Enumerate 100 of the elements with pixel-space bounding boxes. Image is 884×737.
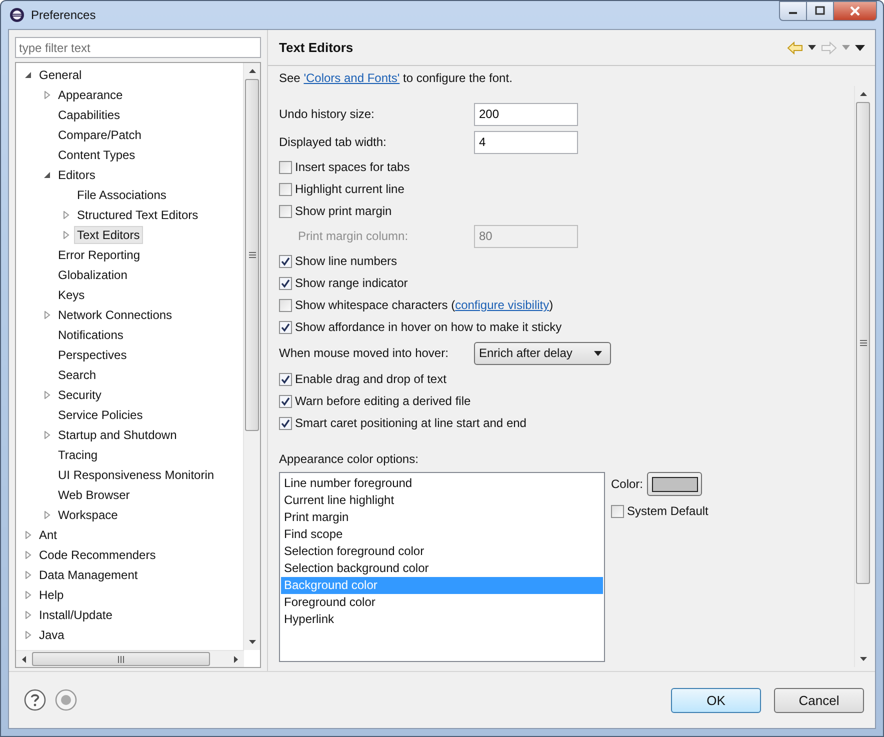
tree-item[interactable]: Capabilities [55, 106, 124, 124]
checkbox[interactable] [279, 298, 292, 312]
checkbox-label[interactable]: Show affordance in hover on how to make it sticky [295, 320, 562, 334]
tree-item[interactable]: Perspectives [55, 346, 130, 364]
checkbox[interactable] [279, 416, 292, 430]
tree-item[interactable]: Data Management [36, 566, 141, 584]
collapsed-arrow-icon[interactable] [43, 311, 51, 319]
checkbox[interactable] [279, 320, 292, 334]
maximize-button[interactable] [807, 1, 834, 21]
tree-item[interactable]: Startup and Shutdown [55, 426, 180, 444]
scroll-down-icon[interactable] [248, 640, 256, 644]
filter-field[interactable]: type filter text [15, 37, 261, 58]
tree-item[interactable]: Install/Update [36, 606, 116, 624]
tree-item[interactable]: Workspace [55, 506, 121, 524]
tree-item[interactable]: Ant [36, 526, 60, 544]
checkbox-label[interactable]: Show whitespace characters (configure visibility) [295, 298, 554, 312]
tree-item[interactable]: Appearance [55, 86, 126, 104]
dropdown-icon[interactable] [808, 45, 816, 50]
collapsed-arrow-icon[interactable] [43, 391, 51, 399]
configure-visibility-link[interactable]: configure visibility [455, 298, 550, 312]
minimize-button[interactable] [779, 1, 807, 21]
tree-item[interactable]: Service Policies [55, 406, 146, 424]
tree-item[interactable]: Security [55, 386, 104, 404]
tree-item[interactable]: Notifications [55, 326, 126, 344]
checkbox[interactable] [279, 372, 292, 386]
checkbox-label[interactable]: System Default [627, 504, 708, 518]
help-icon[interactable] [24, 689, 46, 711]
expanded-arrow-icon[interactable] [24, 71, 32, 79]
checkbox-label[interactable]: Show print margin [295, 204, 392, 218]
checkbox[interactable] [279, 204, 292, 218]
tree-item[interactable]: Web Browser [55, 486, 133, 504]
tree-item[interactable]: Tracing [55, 446, 101, 464]
collapsed-arrow-icon[interactable] [43, 431, 51, 439]
collapsed-arrow-icon[interactable] [24, 591, 32, 599]
scroll-down-icon[interactable] [860, 657, 866, 661]
expanded-arrow-icon[interactable] [43, 171, 51, 179]
tree-item[interactable]: Content Types [55, 146, 138, 164]
tree-item[interactable]: File Associations [74, 186, 170, 204]
record-icon[interactable] [55, 689, 77, 711]
checkbox[interactable] [279, 254, 292, 268]
checkbox-label[interactable]: Show line numbers [295, 254, 398, 268]
collapsed-arrow-icon[interactable] [62, 231, 70, 239]
checkbox-label[interactable]: Highlight current line [295, 182, 404, 196]
collapsed-arrow-icon[interactable] [24, 531, 32, 539]
tree-item[interactable]: Editors [55, 166, 98, 184]
list-item[interactable]: Line number foreground [281, 475, 603, 492]
vertical-scrollbar[interactable] [243, 63, 260, 650]
checkbox-label[interactable]: Enable drag and drop of text [295, 372, 446, 386]
tree-item[interactable]: Network Connections [55, 306, 176, 324]
tree-item[interactable]: Search [55, 366, 100, 384]
horizontal-scrollbar[interactable] [16, 650, 244, 667]
scroll-up-icon[interactable] [248, 69, 256, 73]
close-button[interactable] [834, 1, 877, 21]
tree-item[interactable]: Text Editors [74, 226, 143, 244]
list-item[interactable]: Find scope [281, 526, 603, 543]
tree-item[interactable]: Java [36, 626, 68, 644]
tree-item[interactable]: UI Responsiveness Monitorin [55, 466, 218, 484]
collapsed-arrow-icon[interactable] [24, 631, 32, 639]
list-item[interactable]: Foreground color [281, 594, 603, 611]
tree-item[interactable]: Keys [55, 286, 88, 304]
cancel-button[interactable]: Cancel [774, 688, 864, 712]
list-item[interactable]: Selection background color [281, 560, 603, 577]
checkbox[interactable] [279, 160, 292, 174]
tree-item[interactable]: Help [36, 586, 67, 604]
checkbox-label[interactable]: Show range indicator [295, 276, 408, 290]
collapsed-arrow-icon[interactable] [24, 611, 32, 619]
checkbox[interactable] [611, 504, 624, 518]
tree-item[interactable]: Globalization [55, 266, 130, 284]
collapsed-arrow-icon[interactable] [62, 211, 70, 219]
checkbox-label[interactable]: Insert spaces for tabs [295, 160, 410, 174]
list-item[interactable]: Hyperlink [281, 611, 603, 628]
checkbox-label[interactable]: Smart caret positioning at line start and end [295, 416, 526, 430]
tree-item[interactable]: Error Reporting [55, 246, 144, 264]
scroll-left-icon[interactable] [22, 656, 26, 662]
tree-item[interactable]: General [36, 66, 85, 84]
tree-item[interactable]: Compare/Patch [55, 126, 144, 144]
forward-arrow-icon[interactable] [821, 40, 837, 54]
checkbox[interactable] [279, 394, 292, 408]
checkbox[interactable] [279, 182, 292, 196]
scroll-right-icon[interactable] [234, 656, 238, 662]
color-picker-button[interactable] [647, 472, 702, 496]
back-arrow-icon[interactable] [787, 40, 803, 54]
collapsed-arrow-icon[interactable] [43, 91, 51, 99]
collapsed-arrow-icon[interactable] [43, 511, 51, 519]
collapsed-arrow-icon[interactable] [24, 551, 32, 559]
number-field[interactable]: 200 [474, 102, 578, 126]
number-field[interactable]: 4 [474, 130, 578, 154]
scroll-up-icon[interactable] [860, 92, 866, 96]
list-item[interactable]: Current line highlight [281, 492, 603, 509]
ok-button[interactable]: OK [671, 688, 761, 712]
menu-icon[interactable] [855, 44, 865, 50]
tree-item[interactable]: Structured Text Editors [74, 206, 202, 224]
collapsed-arrow-icon[interactable] [24, 571, 32, 579]
tree-item[interactable]: Code Recommenders [36, 546, 159, 564]
checkbox-label[interactable]: Warn before editing a derived file [295, 394, 471, 408]
list-item[interactable]: Print margin [281, 509, 603, 526]
hover-dropdown[interactable]: Enrich after delay [474, 342, 611, 364]
checkbox[interactable] [279, 276, 292, 290]
colors-and-fonts-link[interactable]: 'Colors and Fonts' [304, 71, 400, 85]
list-item[interactable]: Selection foreground color [281, 543, 603, 560]
